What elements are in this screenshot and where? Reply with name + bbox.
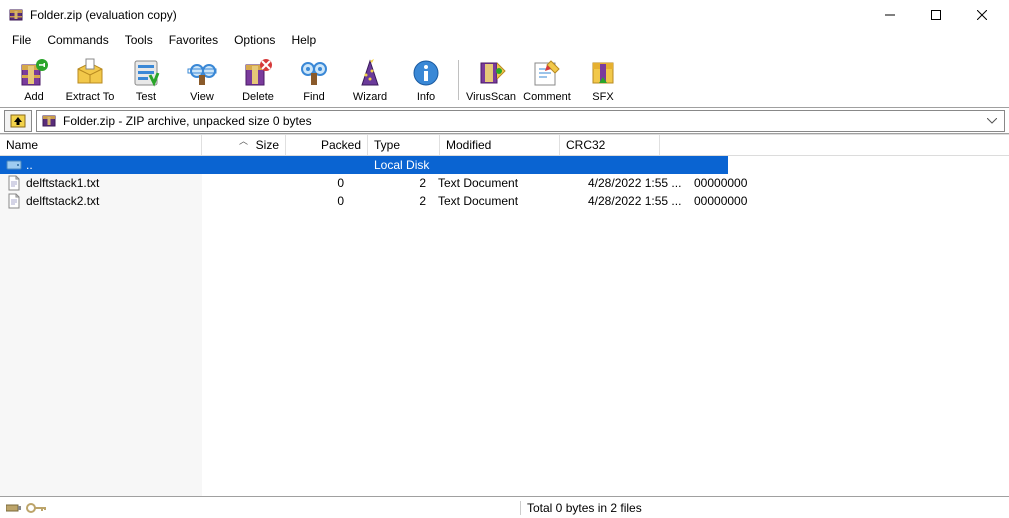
view-icon bbox=[186, 57, 218, 89]
col-crc32[interactable]: CRC32 bbox=[560, 135, 660, 155]
up-button[interactable] bbox=[4, 110, 32, 132]
file-crc32: 00000000 bbox=[694, 194, 747, 208]
maximize-button[interactable] bbox=[913, 0, 959, 30]
menu-tools[interactable]: Tools bbox=[117, 31, 161, 49]
window-title: Folder.zip (evaluation copy) bbox=[30, 8, 867, 22]
chevron-down-icon bbox=[987, 118, 997, 124]
delete-button[interactable]: Delete bbox=[230, 53, 286, 107]
status-bar: Total 0 bytes in 2 files bbox=[0, 496, 1009, 518]
minimize-icon bbox=[885, 10, 895, 20]
key-icon bbox=[26, 502, 46, 514]
address-dropdown[interactable] bbox=[984, 118, 1000, 124]
parent-name: .. bbox=[26, 158, 33, 172]
find-icon bbox=[298, 57, 330, 89]
file-modified: 4/28/2022 1:55 ... bbox=[588, 176, 681, 190]
view-button[interactable]: View bbox=[174, 53, 230, 107]
toolbar: Add Extract To Test View Delete Find Wiz… bbox=[0, 50, 1009, 108]
drive-icon bbox=[6, 157, 22, 173]
col-size[interactable]: ︿Size bbox=[202, 135, 286, 155]
test-label: Test bbox=[136, 91, 156, 103]
virusscan-label: VirusScan bbox=[466, 91, 516, 103]
parent-type: Local Disk bbox=[374, 158, 429, 172]
file-name: delftstack1.txt bbox=[26, 176, 99, 190]
col-spacer bbox=[660, 135, 1009, 155]
col-modified[interactable]: Modified bbox=[440, 135, 560, 155]
add-icon bbox=[18, 57, 50, 89]
comment-label: Comment bbox=[523, 91, 571, 103]
textfile-icon bbox=[6, 193, 22, 209]
file-type: Text Document bbox=[438, 194, 518, 208]
menu-file[interactable]: File bbox=[4, 31, 39, 49]
file-row[interactable]: delftstack1.txt 0 2 Text Document 4/28/2… bbox=[0, 174, 1009, 192]
view-label: View bbox=[190, 91, 214, 103]
file-name: delftstack2.txt bbox=[26, 194, 99, 208]
virusscan-icon bbox=[475, 57, 507, 89]
find-button[interactable]: Find bbox=[286, 53, 342, 107]
menu-options[interactable]: Options bbox=[226, 31, 283, 49]
disk-icon bbox=[6, 502, 22, 514]
delete-label: Delete bbox=[242, 91, 274, 103]
virusscan-button[interactable]: VirusScan bbox=[463, 53, 519, 107]
minimize-button[interactable] bbox=[867, 0, 913, 30]
wizard-button[interactable]: Wizard bbox=[342, 53, 398, 107]
file-type: Text Document bbox=[438, 176, 518, 190]
menu-bar: File Commands Tools Favorites Options He… bbox=[0, 30, 1009, 50]
file-list[interactable]: .. Local Disk delftstack1.txt 0 2 Text D… bbox=[0, 156, 1009, 496]
up-icon bbox=[10, 114, 26, 128]
toolbar-separator bbox=[458, 60, 459, 100]
file-crc32: 00000000 bbox=[694, 176, 747, 190]
file-packed: 2 bbox=[419, 194, 426, 208]
find-label: Find bbox=[303, 91, 324, 103]
sfx-button[interactable]: SFX bbox=[575, 53, 631, 107]
wizard-icon bbox=[354, 57, 386, 89]
sfx-label: SFX bbox=[592, 91, 613, 103]
title-bar: Folder.zip (evaluation copy) bbox=[0, 0, 1009, 30]
address-text: Folder.zip - ZIP archive, unpacked size … bbox=[63, 114, 978, 128]
file-size: 0 bbox=[337, 176, 344, 190]
file-modified: 4/28/2022 1:55 ... bbox=[588, 194, 681, 208]
menu-commands[interactable]: Commands bbox=[39, 31, 116, 49]
comment-button[interactable]: Comment bbox=[519, 53, 575, 107]
test-icon bbox=[130, 57, 162, 89]
file-size: 0 bbox=[337, 194, 344, 208]
menu-favorites[interactable]: Favorites bbox=[161, 31, 226, 49]
status-total: Total 0 bytes in 2 files bbox=[520, 501, 1009, 515]
add-button[interactable]: Add bbox=[6, 53, 62, 107]
address-bar: Folder.zip - ZIP archive, unpacked size … bbox=[0, 108, 1009, 134]
wizard-label: Wizard bbox=[353, 91, 387, 103]
extract-label: Extract To bbox=[66, 91, 115, 103]
extract-button[interactable]: Extract To bbox=[62, 53, 118, 107]
archive-icon bbox=[41, 113, 57, 129]
comment-icon bbox=[531, 57, 563, 89]
file-packed: 2 bbox=[419, 176, 426, 190]
close-icon bbox=[977, 10, 987, 20]
info-button[interactable]: Info bbox=[398, 53, 454, 107]
winrar-app-icon bbox=[8, 7, 24, 23]
info-label: Info bbox=[417, 91, 435, 103]
sfx-icon bbox=[587, 57, 619, 89]
address-field[interactable]: Folder.zip - ZIP archive, unpacked size … bbox=[36, 110, 1005, 132]
sort-indicator-icon: ︿ bbox=[239, 134, 248, 147]
info-icon bbox=[410, 57, 442, 89]
delete-icon bbox=[242, 57, 274, 89]
test-button[interactable]: Test bbox=[118, 53, 174, 107]
maximize-icon bbox=[931, 10, 941, 20]
status-left bbox=[0, 502, 520, 514]
col-type[interactable]: Type bbox=[368, 135, 440, 155]
column-header: Name ︿Size Packed Type Modified CRC32 bbox=[0, 134, 1009, 156]
textfile-icon bbox=[6, 175, 22, 191]
col-name[interactable]: Name bbox=[0, 135, 202, 155]
extract-icon bbox=[74, 57, 106, 89]
close-button[interactable] bbox=[959, 0, 1005, 30]
col-packed[interactable]: Packed bbox=[286, 135, 368, 155]
file-row[interactable]: delftstack2.txt 0 2 Text Document 4/28/2… bbox=[0, 192, 1009, 210]
add-label: Add bbox=[24, 91, 44, 103]
parent-row[interactable]: .. Local Disk bbox=[0, 156, 728, 174]
menu-help[interactable]: Help bbox=[283, 31, 324, 49]
